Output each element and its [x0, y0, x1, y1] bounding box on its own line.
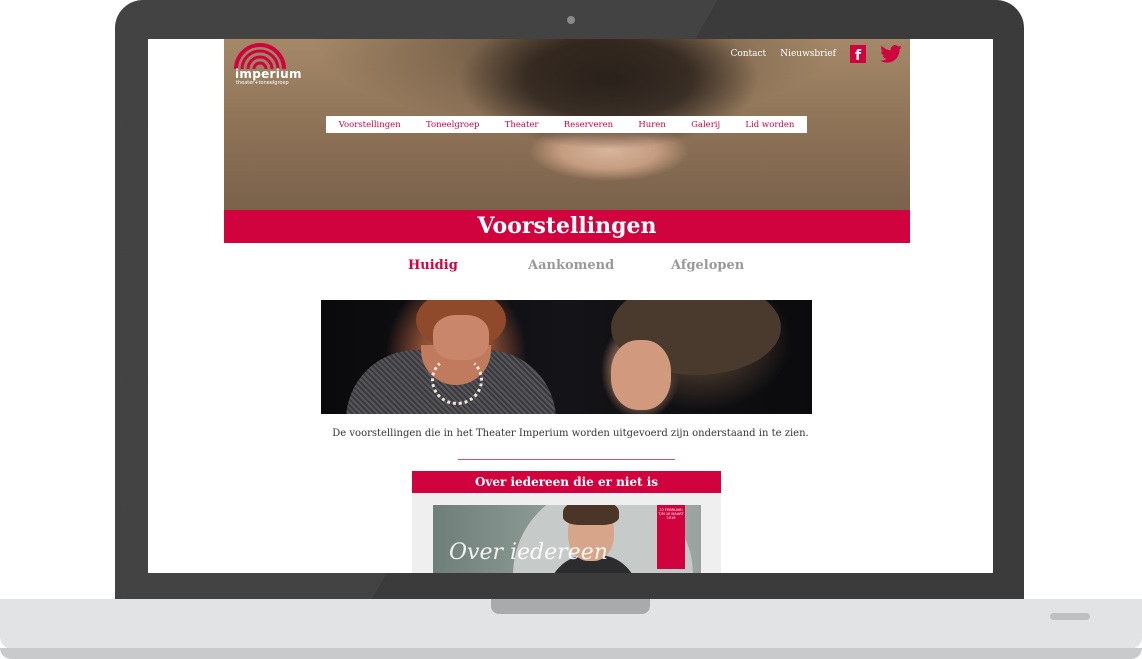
nav-item-lid-worden[interactable]: Lid worden [745, 120, 794, 130]
nav-item-theater[interactable]: Theater [505, 120, 539, 130]
show-card[interactable]: Over iedereen die er niet is Over iedere… [412, 471, 721, 573]
show-tabs: Huidig Aankomend Afgelopen [148, 258, 993, 278]
logo-text: imperium [235, 67, 302, 81]
poster-ribbon: 22 FEBRUARI T/M 10 MAART 2019 [657, 505, 685, 569]
section-divider [458, 459, 675, 460]
nav-item-voorstellingen[interactable]: Voorstellingen [339, 120, 401, 130]
show-card-title[interactable]: Over iedereen die er niet is [412, 471, 721, 493]
top-links: Contact Nieuwsbrief f [730, 45, 902, 63]
contact-link[interactable]: Contact [730, 49, 766, 59]
newsletter-link[interactable]: Nieuwsbrief [780, 49, 836, 59]
camera-dot [567, 16, 575, 24]
nav-item-huren[interactable]: Huren [638, 120, 665, 130]
facebook-icon[interactable]: f [850, 45, 866, 63]
tab-afgelopen[interactable]: Afgelopen [671, 258, 744, 273]
screen: imperium theater+toneelgroep Contact Nie… [148, 39, 993, 573]
poster-text: Over iedereen [449, 540, 608, 565]
tab-huidig[interactable]: Huidig [408, 258, 458, 273]
tab-aankomend[interactable]: Aankomend [528, 258, 614, 273]
banner-photo [321, 300, 812, 414]
poster-figure-hair [563, 505, 619, 525]
twitter-icon[interactable] [880, 45, 902, 63]
laptop-base-bottom [0, 648, 1142, 659]
poster-ribbon-text: 22 FEBRUARI T/M 10 MAART 2019 [658, 508, 684, 520]
intro-text: De voorstellingen die in het Theater Imp… [332, 428, 809, 439]
nav-item-reserveren[interactable]: Reserveren [564, 120, 613, 130]
banner-pearl-necklace [431, 355, 483, 405]
banner-figure2-face [611, 340, 671, 410]
imperium-logo[interactable]: imperium theater+toneelgroep [230, 41, 302, 89]
laptop-indicator [1050, 613, 1090, 620]
banner-figure-face [433, 315, 489, 360]
page-title: Voorstellingen [224, 210, 910, 243]
nav-item-galerij[interactable]: Galerij [691, 120, 720, 130]
nav-item-toneelgroep[interactable]: Toneelgroep [426, 120, 479, 130]
hero-image: imperium theater+toneelgroep Contact Nie… [224, 39, 910, 211]
show-poster[interactable]: Over iedereen 22 FEBRUARI T/M 10 MAART 2… [433, 505, 701, 573]
logo-subtitle: theater+toneelgroep [236, 80, 289, 86]
logo-arcs-icon [234, 43, 286, 70]
main-nav: Voorstellingen Toneelgroep Theater Reser… [326, 116, 807, 133]
laptop-hinge-notch [491, 599, 650, 614]
